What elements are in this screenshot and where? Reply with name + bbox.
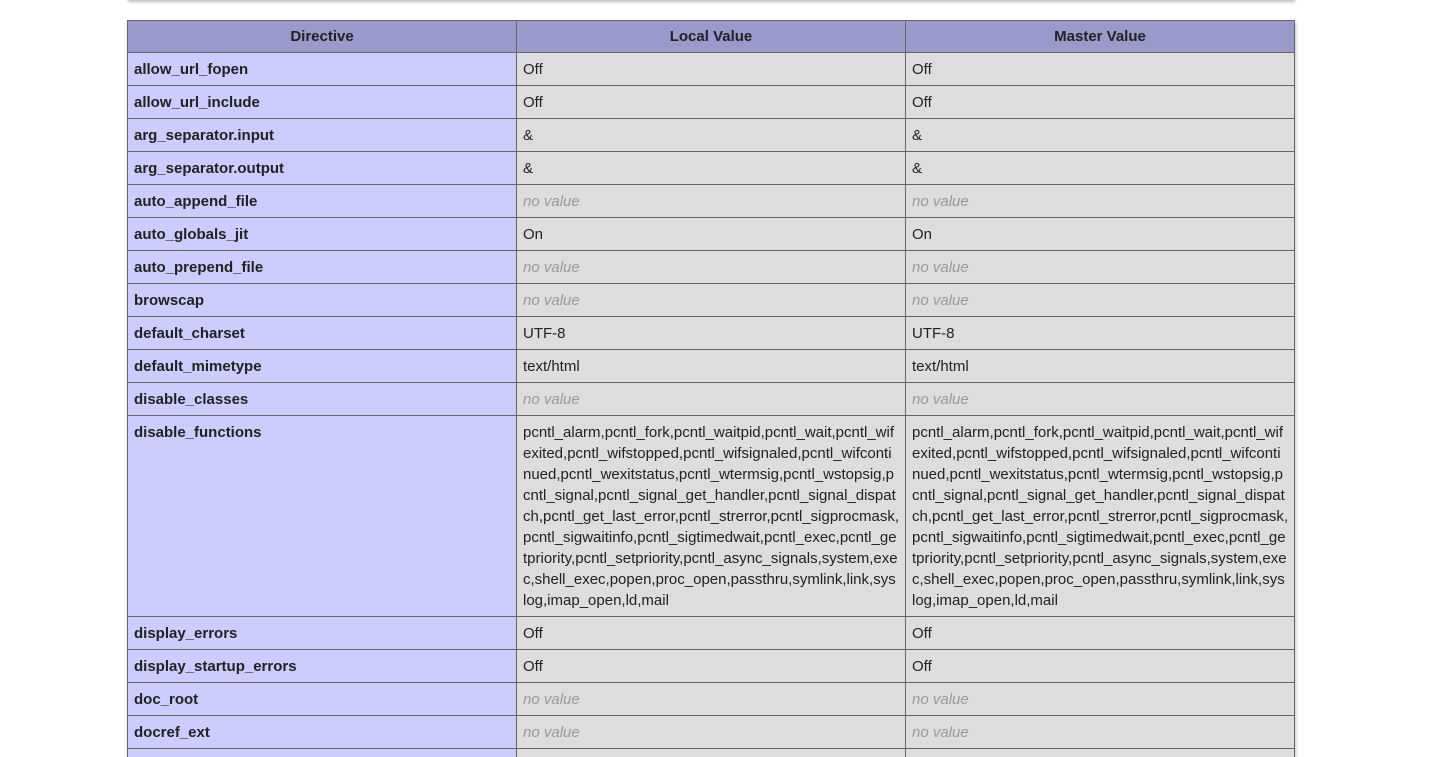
table-row: allow_url_fopen Off Off bbox=[127, 52, 1295, 86]
directive-name: browscap bbox=[127, 283, 517, 317]
local-value: no value bbox=[516, 283, 906, 317]
header-local-value: Local Value bbox=[516, 20, 906, 53]
table-row: auto_append_file no value no value bbox=[127, 184, 1295, 218]
table-row: display_errors Off Off bbox=[127, 616, 1295, 650]
master-value: no value bbox=[905, 250, 1295, 284]
local-value: UTF-8 bbox=[516, 316, 906, 350]
table-row: disable_functions pcntl_alarm,pcntl_fork,… bbox=[127, 415, 1295, 617]
master-value: On bbox=[905, 217, 1295, 251]
table-row: auto_globals_jit On On bbox=[127, 217, 1295, 251]
master-value: text/html bbox=[905, 349, 1295, 383]
master-value: pcntl_alarm,pcntl_fork,pcntl_waitpid,pcn… bbox=[905, 415, 1295, 617]
header-directive: Directive bbox=[127, 20, 517, 53]
table-row: docref_ext no value no value bbox=[127, 715, 1295, 749]
local-value: Off bbox=[516, 52, 906, 86]
local-value: no value bbox=[516, 382, 906, 416]
directive-name: arg_separator.input bbox=[127, 118, 517, 152]
directive-name: display_errors bbox=[127, 616, 517, 650]
header-master-value: Master Value bbox=[905, 20, 1295, 53]
table-row: display_startup_errors Off Off bbox=[127, 649, 1295, 683]
directive-name: default_mimetype bbox=[127, 349, 517, 383]
table-row: browscap no value no value bbox=[127, 283, 1295, 317]
master-value: Off bbox=[905, 616, 1295, 650]
directive-name: default_charset bbox=[127, 316, 517, 350]
master-value: no value bbox=[905, 283, 1295, 317]
master-value: no value bbox=[905, 715, 1295, 749]
master-value: Off bbox=[905, 649, 1295, 683]
directive-name: auto_globals_jit bbox=[127, 217, 517, 251]
table-row: doc_root no value no value bbox=[127, 682, 1295, 716]
local-value: no value bbox=[516, 715, 906, 749]
directive-name: disable_classes bbox=[127, 382, 517, 416]
table-row: arg_separator.output & & bbox=[127, 151, 1295, 185]
local-value: no value bbox=[516, 682, 906, 716]
table-row: default_mimetype text/html text/html bbox=[127, 349, 1295, 383]
local-value: & bbox=[516, 151, 906, 185]
master-value: no value bbox=[905, 184, 1295, 218]
directive-name: docref_ext bbox=[127, 715, 517, 749]
directive-name: auto_append_file bbox=[127, 184, 517, 218]
directive-name: arg_separator.output bbox=[127, 151, 517, 185]
local-value: text/html bbox=[516, 349, 906, 383]
directive-name: disable_functions bbox=[127, 415, 517, 617]
local-value: no value bbox=[516, 250, 906, 284]
directive-name: display_startup_errors bbox=[127, 649, 517, 683]
directive-name: auto_prepend_file bbox=[127, 250, 517, 284]
local-value: Off bbox=[516, 616, 906, 650]
table-row: arg_separator.input & & bbox=[127, 118, 1295, 152]
directive-name: doc_root bbox=[127, 682, 517, 716]
table-header-row: Directive Local Value Master Value bbox=[127, 20, 1295, 53]
directive-name: allow_url_include bbox=[127, 85, 517, 119]
local-value: Off bbox=[516, 649, 906, 683]
local-value: Off bbox=[516, 85, 906, 119]
master-value: UTF-8 bbox=[905, 316, 1295, 350]
local-value: no value bbox=[516, 184, 906, 218]
directive-name bbox=[127, 748, 517, 757]
master-value: & bbox=[905, 118, 1295, 152]
table-row bbox=[127, 748, 1295, 757]
local-value bbox=[516, 748, 906, 757]
master-value: no value bbox=[905, 382, 1295, 416]
master-value: Off bbox=[905, 52, 1295, 86]
ini-directives-table: Directive Local Value Master Value allow… bbox=[127, 20, 1295, 757]
master-value: & bbox=[905, 151, 1295, 185]
directive-name: allow_url_fopen bbox=[127, 52, 517, 86]
table-row: default_charset UTF-8 UTF-8 bbox=[127, 316, 1295, 350]
local-value: & bbox=[516, 118, 906, 152]
table-row: auto_prepend_file no value no value bbox=[127, 250, 1295, 284]
table-row: disable_classes no value no value bbox=[127, 382, 1295, 416]
local-value: On bbox=[516, 217, 906, 251]
master-value bbox=[905, 748, 1295, 757]
master-value: Off bbox=[905, 85, 1295, 119]
master-value: no value bbox=[905, 682, 1295, 716]
local-value: pcntl_alarm,pcntl_fork,pcntl_waitpid,pcn… bbox=[516, 415, 906, 617]
table-row: allow_url_include Off Off bbox=[127, 85, 1295, 119]
